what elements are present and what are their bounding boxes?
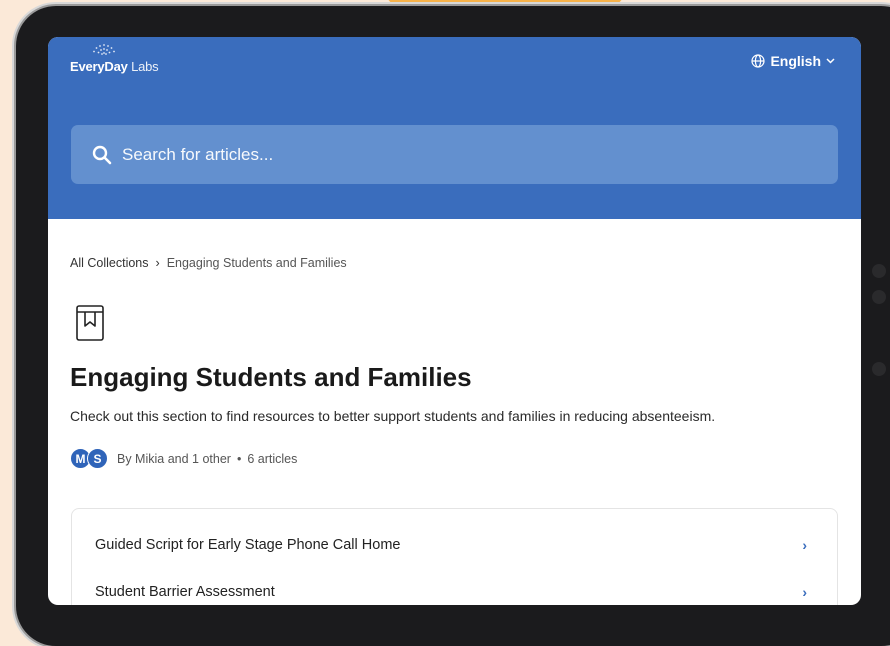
sunburst-logo-icon <box>93 44 115 55</box>
book-bookmark-icon <box>75 304 105 347</box>
help-center-header: EveryDay Labs English <box>48 37 861 219</box>
article-count: 6 articles <box>247 451 298 466</box>
chevron-right-icon: › <box>802 584 807 600</box>
logo-text-light: Labs <box>127 59 159 74</box>
collection-title: Engaging Students and Families <box>70 362 472 392</box>
globe-icon <box>751 54 766 68</box>
logo-text-bold: EveryDay <box>70 59 128 74</box>
chevron-right-icon: › <box>802 537 807 553</box>
language-label: English <box>770 53 821 69</box>
avatar: S <box>87 448 108 469</box>
article-title: Student Barrier Assessment <box>95 584 275 600</box>
collection-description: Check out this section to find resources… <box>70 408 716 424</box>
side-button <box>872 264 886 278</box>
article-link[interactable]: Guided Script for Early Stage Phone Call… <box>72 525 837 565</box>
side-button <box>872 362 886 376</box>
authors-text: By Mikia and 1 other <box>117 451 231 466</box>
everyday-labs-logo[interactable]: EveryDay Labs <box>70 44 159 74</box>
breadcrumb-current: Engaging Students and Families <box>166 256 347 270</box>
search-input[interactable] <box>120 143 724 166</box>
browser-screen: EveryDay Labs English All Collections <box>48 37 861 605</box>
collection-meta: M S By Mikia and 1 other • 6 articles <box>70 448 297 469</box>
side-button <box>872 290 886 304</box>
breadcrumb: All Collections › Engaging Students and … <box>70 256 347 270</box>
breadcrumb-all-collections[interactable]: All Collections <box>70 256 149 270</box>
search-bar[interactable] <box>71 125 838 184</box>
article-list: Guided Script for Early Stage Phone Call… <box>71 508 838 605</box>
search-icon <box>92 145 112 164</box>
article-title: Guided Script for Early Stage Phone Call… <box>95 537 401 553</box>
chevron-down-icon <box>826 58 835 64</box>
language-selector[interactable]: English <box>751 53 835 69</box>
article-link[interactable]: Student Barrier Assessment › <box>72 572 837 605</box>
breadcrumb-separator: › <box>155 256 160 270</box>
meta-separator: • <box>236 451 242 466</box>
